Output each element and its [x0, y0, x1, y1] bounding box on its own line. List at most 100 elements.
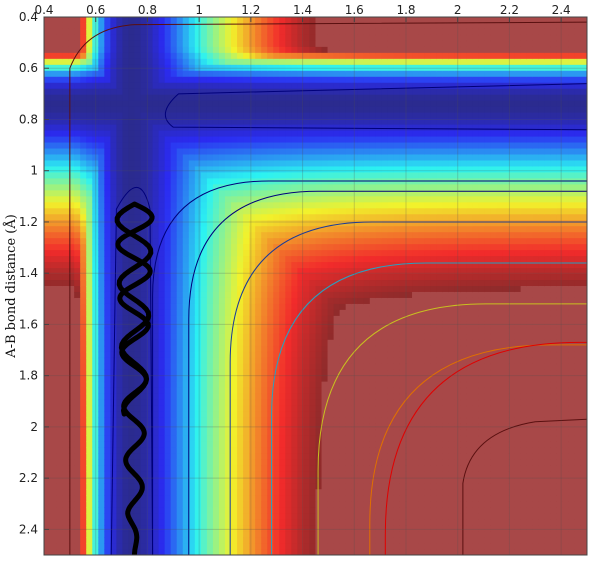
heat-cell: [375, 154, 383, 162]
heat-cell: [212, 345, 220, 353]
heat-cell: [375, 142, 383, 150]
heat-cell: [98, 22, 105, 30]
heat-cell: [267, 531, 274, 538]
heat-cell: [261, 154, 268, 162]
heat-cell: [309, 160, 317, 168]
heat-cell: [62, 459, 69, 466]
heat-cell: [351, 166, 359, 174]
heat-cell: [369, 393, 377, 401]
heat-cell: [200, 351, 208, 359]
heat-cell: [176, 136, 184, 144]
heat-cell: [128, 154, 136, 162]
heat-cell: [152, 453, 160, 460]
heat-cell: [182, 88, 190, 96]
heat-cell: [158, 178, 166, 185]
heat-cell: [345, 375, 353, 383]
heat-cell: [170, 262, 178, 269]
heat-cell: [243, 441, 250, 448]
heat-cell: [68, 17, 75, 24]
heat-cell: [303, 112, 311, 120]
heat-cell: [309, 489, 317, 496]
heat-cell: [351, 429, 359, 437]
heat-cell: [237, 232, 244, 239]
heat-cell: [134, 166, 142, 174]
heat-cell: [363, 459, 371, 466]
heat-cell: [237, 459, 244, 466]
heat-cell: [206, 525, 214, 532]
heat-cell: [309, 393, 317, 401]
heat-cell: [200, 70, 208, 78]
heat-cell: [200, 274, 208, 281]
heat-cell: [218, 28, 226, 36]
heat-cell: [339, 405, 347, 413]
heat-cell: [182, 286, 190, 293]
heat-cell: [116, 256, 124, 263]
heat-cell: [315, 501, 323, 508]
heat-cell: [279, 303, 286, 311]
heat-cell: [357, 363, 365, 371]
heat-cell: [237, 501, 244, 508]
heat-cell: [231, 519, 238, 526]
heat-cell: [231, 357, 238, 365]
heat-cell: [303, 160, 311, 168]
heat-cell: [261, 184, 268, 191]
heat-cell: [200, 315, 208, 323]
heat-cell: [327, 483, 335, 490]
heat-cell: [86, 70, 93, 78]
heat-cell: [140, 52, 148, 60]
heat-cell: [231, 339, 238, 347]
heat-cell: [212, 525, 220, 532]
heat-cell: [212, 190, 220, 197]
heat-cell: [315, 76, 323, 84]
heat-cell: [249, 357, 256, 365]
heat-cell: [164, 172, 172, 179]
heat-cell: [50, 106, 57, 114]
heat-cell: [140, 291, 148, 299]
heat-cell: [182, 70, 190, 78]
heat-cell: [345, 459, 353, 466]
heat-cell: [110, 441, 117, 448]
heat-cell: [194, 363, 202, 371]
heat-cell: [158, 142, 166, 150]
heat-cell: [255, 297, 262, 305]
heat-cell: [116, 58, 124, 66]
heat-cell: [225, 52, 232, 60]
heat-cell: [291, 537, 298, 544]
heat-cell: [285, 142, 292, 150]
heat-cell: [327, 405, 335, 413]
heat-cell: [231, 250, 238, 257]
heat-cell: [182, 28, 190, 36]
heat-cell: [122, 363, 130, 371]
heat-cell: [243, 309, 250, 317]
heat-cell: [273, 465, 280, 472]
heat-cell: [327, 345, 335, 353]
heat-cell: [164, 543, 172, 550]
heat-cell: [303, 393, 311, 401]
heat-cell: [363, 166, 371, 174]
heat-cell: [56, 34, 63, 42]
heat-cell: [267, 130, 274, 138]
heat-cell: [170, 286, 178, 293]
heat-cell: [237, 136, 244, 144]
heat-cell: [291, 513, 298, 520]
heat-cell: [267, 256, 274, 263]
heat-cell: [98, 166, 105, 174]
heat-cell: [122, 142, 130, 150]
heat-cell: [261, 148, 268, 156]
heat-cell: [261, 214, 268, 221]
heat-cell: [309, 286, 317, 293]
heat-cell: [327, 172, 335, 179]
heat-cell: [80, 172, 87, 179]
heat-cell: [56, 543, 63, 550]
heat-cell: [104, 130, 111, 138]
heat-cell: [50, 309, 57, 317]
heat-cell: [243, 405, 250, 413]
heat-cell: [369, 34, 377, 42]
heat-cell: [212, 501, 220, 508]
heat-cell: [62, 160, 69, 168]
heat-cell: [62, 333, 69, 341]
heat-cell: [375, 130, 383, 138]
heat-cell: [152, 345, 160, 353]
heat-cell: [261, 441, 268, 448]
heat-cell: [273, 232, 280, 239]
